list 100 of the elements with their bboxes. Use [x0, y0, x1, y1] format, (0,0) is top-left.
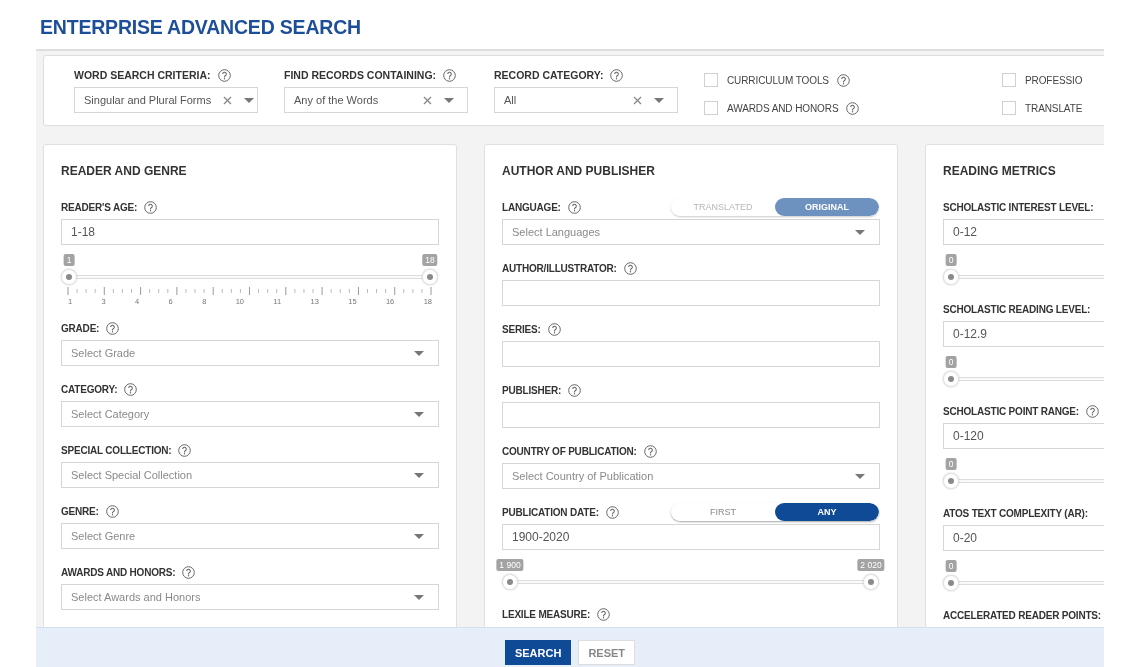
help-icon[interactable] — [547, 322, 561, 336]
field-label: LEXILE MEASURE: — [502, 608, 591, 620]
segmented-control[interactable]: FIRST ANY — [671, 503, 879, 521]
value-badge: 0 — [945, 254, 957, 266]
select-field[interactable]: Singular and Plural Forms — [74, 87, 258, 113]
value-badge: 0 — [945, 458, 957, 470]
text-field[interactable] — [502, 341, 880, 367]
help-icon[interactable] — [836, 73, 850, 87]
field-label: AWARDS AND HONORS: — [61, 566, 176, 578]
checkbox[interactable] — [704, 101, 718, 115]
reset-button[interactable]: RESET — [578, 640, 636, 665]
select-field[interactable]: All — [494, 87, 678, 113]
panel-title: READER AND GENRE — [61, 163, 188, 179]
field-label: SCHOLASTIC POINT RANGE: — [943, 405, 1079, 417]
help-icon[interactable] — [846, 101, 860, 115]
field-label: FIND RECORDS CONTAINING: — [284, 69, 437, 81]
help-icon[interactable] — [568, 383, 582, 397]
value-badge: 0 — [945, 560, 957, 572]
help-icon[interactable] — [623, 261, 637, 275]
search-button[interactable]: SEARCH — [504, 640, 572, 665]
select-field[interactable]: Select Category — [61, 401, 439, 427]
text-field[interactable]: 0-12 — [943, 219, 1104, 245]
field-label: LANGUAGE: — [502, 201, 561, 213]
caret-icon[interactable] — [414, 411, 424, 417]
checkbox-label: PROFESSIO — [1025, 74, 1083, 86]
slider-thumb[interactable] — [943, 575, 959, 591]
select-field[interactable]: Select Languages — [502, 219, 880, 245]
help-icon[interactable] — [106, 321, 120, 335]
caret-icon[interactable] — [414, 594, 424, 600]
field-label: SERIES: — [502, 323, 541, 335]
help-icon[interactable] — [643, 444, 657, 458]
text-field[interactable]: 0-120 — [943, 423, 1104, 449]
slider-thumb[interactable] — [61, 269, 77, 285]
page-title: ENTERPRISE ADVANCED SEARCH — [39, 15, 362, 40]
select-field[interactable]: Select Genre — [61, 523, 439, 549]
text-field[interactable]: 0-12.9 — [943, 321, 1104, 347]
checkbox-label: AWARDS AND HONORS — [727, 102, 839, 114]
help-icon[interactable] — [610, 68, 624, 82]
caret-icon[interactable] — [414, 472, 424, 478]
select-field[interactable]: Any of the Words — [284, 87, 468, 113]
value-badge: 1 — [63, 254, 75, 266]
help-icon[interactable] — [597, 607, 611, 621]
field-label: RECORD CATEGORY: — [494, 69, 604, 81]
help-icon[interactable] — [144, 200, 158, 214]
field-label: SPECIAL COLLECTION: — [61, 444, 172, 456]
field-label: PUBLISHER: — [502, 384, 562, 396]
field-label: AUTHOR/ILLUSTRATOR: — [502, 262, 617, 274]
select-field[interactable]: Select Grade — [61, 340, 439, 366]
panel-title: AUTHOR AND PUBLISHER — [502, 163, 656, 179]
select-field[interactable]: Select Special Collection — [61, 462, 439, 488]
field-label: READER'S AGE: — [61, 201, 138, 213]
clear-icon[interactable] — [633, 95, 642, 105]
help-icon[interactable] — [182, 565, 196, 579]
text-field[interactable] — [502, 280, 880, 306]
field-label: SCHOLASTIC READING LEVEL: — [943, 303, 1091, 315]
text-field[interactable]: 1-18 — [61, 219, 439, 245]
help-icon[interactable] — [605, 505, 619, 519]
field-label: COUNTRY OF PUBLICATION: — [502, 445, 637, 457]
checkbox[interactable] — [704, 73, 718, 87]
value-badge: 1 900 — [496, 559, 524, 571]
help-icon[interactable] — [105, 504, 119, 518]
slider-thumb[interactable] — [943, 473, 959, 489]
help-icon[interactable] — [567, 200, 581, 214]
field-label: WORD SEARCH CRITERIA: — [74, 69, 211, 81]
panel-title: READING METRICS — [943, 163, 1057, 179]
caret-icon[interactable] — [855, 229, 865, 235]
help-icon[interactable] — [1085, 404, 1099, 418]
help-icon[interactable] — [217, 68, 231, 82]
field-label: GENRE: — [61, 505, 99, 517]
clear-icon[interactable] — [423, 95, 432, 105]
checkbox[interactable] — [1002, 73, 1016, 87]
select-field[interactable]: Select Country of Publication — [502, 463, 880, 489]
field-label: ACCELERATED READER POINTS: — [943, 609, 1101, 621]
checkbox-label: TRANSLATE — [1025, 102, 1083, 114]
slider-thumb[interactable] — [422, 269, 438, 285]
clear-icon[interactable] — [223, 95, 233, 105]
text-field[interactable]: 0-20 — [943, 525, 1104, 551]
select-field[interactable]: Select Awards and Honors — [61, 584, 439, 610]
caret-icon[interactable] — [414, 350, 424, 356]
help-icon[interactable] — [124, 382, 138, 396]
slider-thumb[interactable] — [863, 574, 879, 590]
help-icon[interactable] — [178, 443, 192, 457]
slider-thumb[interactable] — [502, 574, 518, 590]
field-label: GRADE: — [61, 322, 100, 334]
slider-thumb[interactable] — [943, 269, 959, 285]
slider-thumb[interactable] — [943, 371, 959, 387]
value-badge: 18 — [422, 254, 438, 266]
field-label: PUBLICATION DATE: — [502, 506, 599, 518]
caret-icon[interactable] — [444, 97, 454, 103]
value-badge: 0 — [945, 356, 957, 368]
caret-icon[interactable] — [414, 533, 424, 539]
text-field[interactable]: 1900-2020 — [502, 524, 880, 550]
toggle-option[interactable]: ANY — [775, 503, 879, 521]
caret-icon[interactable] — [654, 97, 664, 103]
text-field[interactable] — [502, 402, 880, 428]
checkbox[interactable] — [1002, 101, 1016, 115]
help-icon[interactable] — [443, 68, 457, 82]
field-label: CATEGORY: — [61, 383, 118, 395]
caret-icon[interactable] — [244, 97, 255, 103]
caret-icon[interactable] — [855, 473, 865, 479]
